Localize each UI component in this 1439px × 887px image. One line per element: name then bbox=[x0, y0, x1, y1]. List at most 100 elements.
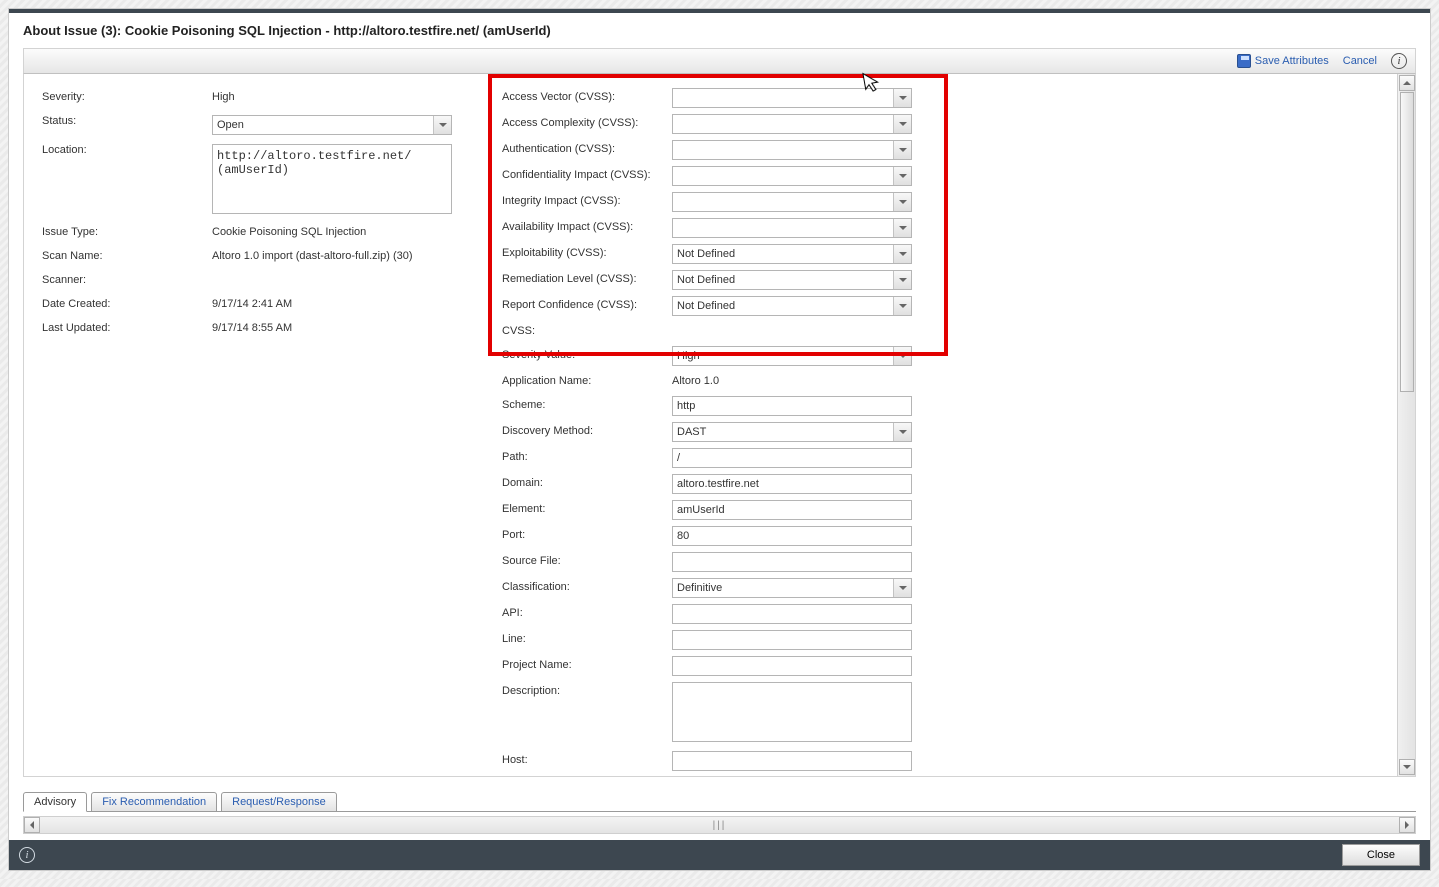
remediation-value: Not Defined bbox=[677, 274, 735, 286]
scroll-up-button[interactable] bbox=[1399, 75, 1415, 91]
integrity-select[interactable] bbox=[672, 192, 912, 212]
project-name-input[interactable] bbox=[672, 656, 912, 676]
exploitability-label: Exploitability (CVSS): bbox=[502, 244, 672, 259]
scanner-label: Scanner: bbox=[42, 271, 212, 286]
scan-name-label: Scan Name: bbox=[42, 247, 212, 262]
path-label: Path: bbox=[502, 448, 672, 463]
status-select-value: Open bbox=[217, 119, 244, 131]
page-title: About Issue (3): Cookie Poisoning SQL In… bbox=[9, 13, 1430, 44]
source-file-input[interactable] bbox=[672, 552, 912, 572]
confidentiality-select[interactable] bbox=[672, 166, 912, 186]
access-complexity-select[interactable] bbox=[672, 114, 912, 134]
project-name-label: Project Name: bbox=[502, 656, 672, 671]
authentication-select[interactable] bbox=[672, 140, 912, 160]
info-icon[interactable]: i bbox=[1391, 53, 1407, 69]
save-icon bbox=[1237, 54, 1251, 68]
line-label: Line: bbox=[502, 630, 672, 645]
chevron-down-icon bbox=[893, 219, 911, 237]
horizontal-scrollbar[interactable]: ||| bbox=[23, 816, 1416, 834]
access-vector-label: Access Vector (CVSS): bbox=[502, 88, 672, 103]
chevron-down-icon bbox=[893, 193, 911, 211]
report-confidence-select[interactable]: Not Defined bbox=[672, 296, 912, 316]
host-input[interactable] bbox=[672, 751, 912, 771]
source-file-label: Source File: bbox=[502, 552, 672, 567]
port-label: Port: bbox=[502, 526, 672, 541]
vertical-scrollbar[interactable] bbox=[1397, 74, 1415, 776]
chevron-down-icon bbox=[893, 271, 911, 289]
discovery-method-select[interactable]: DAST bbox=[672, 422, 912, 442]
save-attributes-link[interactable]: Save Attributes bbox=[1255, 55, 1329, 67]
footer-bar: i Close bbox=[9, 840, 1430, 870]
status-label: Status: bbox=[42, 112, 212, 127]
chevron-down-icon bbox=[893, 347, 911, 365]
exploitability-value: Not Defined bbox=[677, 248, 735, 260]
chevron-down-icon bbox=[893, 89, 911, 107]
access-vector-select[interactable] bbox=[672, 88, 912, 108]
severity-label: Severity: bbox=[42, 88, 212, 103]
scroll-thumb[interactable] bbox=[1400, 92, 1414, 392]
domain-input[interactable] bbox=[672, 474, 912, 494]
chevron-down-icon bbox=[433, 116, 451, 134]
classification-label: Classification: bbox=[502, 578, 672, 593]
line-input[interactable] bbox=[672, 630, 912, 650]
tab-request-response[interactable]: Request/Response bbox=[221, 792, 337, 812]
discovery-method-label: Discovery Method: bbox=[502, 422, 672, 437]
confidentiality-label: Confidentiality Impact (CVSS): bbox=[502, 166, 672, 181]
close-button[interactable]: Close bbox=[1342, 844, 1420, 866]
chevron-down-icon bbox=[893, 579, 911, 597]
app-name-value: Altoro 1.0 bbox=[672, 372, 912, 387]
chevron-down-icon bbox=[893, 297, 911, 315]
element-input[interactable] bbox=[672, 500, 912, 520]
chevron-down-icon bbox=[893, 423, 911, 441]
domain-label: Domain: bbox=[502, 474, 672, 489]
element-label: Element: bbox=[502, 500, 672, 515]
scan-name-value: Altoro 1.0 import (dast-altoro-full.zip)… bbox=[212, 247, 472, 262]
classification-select[interactable]: Definitive bbox=[672, 578, 912, 598]
cancel-link[interactable]: Cancel bbox=[1343, 55, 1377, 67]
exploitability-select[interactable]: Not Defined bbox=[672, 244, 912, 264]
scroll-left-button[interactable] bbox=[24, 817, 40, 833]
chevron-down-icon bbox=[893, 245, 911, 263]
severity-value: High bbox=[212, 88, 472, 103]
location-textarea[interactable] bbox=[212, 144, 452, 214]
access-complexity-label: Access Complexity (CVSS): bbox=[502, 114, 672, 129]
discovery-method-value: DAST bbox=[677, 426, 706, 438]
issue-type-label: Issue Type: bbox=[42, 223, 212, 238]
status-select[interactable]: Open bbox=[212, 115, 452, 135]
host-label: Host: bbox=[502, 751, 672, 766]
severity-value-select[interactable]: High bbox=[672, 346, 912, 366]
scroll-right-button[interactable] bbox=[1399, 817, 1415, 833]
date-created-label: Date Created: bbox=[42, 295, 212, 310]
form-scroll[interactable]: Severity: High Status: Open Loc bbox=[24, 74, 1397, 776]
issue-type-value: Cookie Poisoning SQL Injection bbox=[212, 223, 472, 238]
port-input[interactable] bbox=[672, 526, 912, 546]
chevron-down-icon bbox=[893, 167, 911, 185]
date-created-value: 9/17/14 2:41 AM bbox=[212, 295, 472, 310]
tab-advisory[interactable]: Advisory bbox=[23, 792, 87, 812]
api-input[interactable] bbox=[672, 604, 912, 624]
description-label: Description: bbox=[502, 682, 672, 697]
app-name-label: Application Name: bbox=[502, 372, 672, 387]
scheme-label: Scheme: bbox=[502, 396, 672, 411]
chevron-down-icon bbox=[893, 141, 911, 159]
severity-value-value: High bbox=[677, 350, 700, 362]
report-confidence-label: Report Confidence (CVSS): bbox=[502, 296, 672, 311]
availability-select[interactable] bbox=[672, 218, 912, 238]
path-input[interactable] bbox=[672, 448, 912, 468]
scanner-value bbox=[212, 271, 472, 274]
scheme-input[interactable] bbox=[672, 396, 912, 416]
availability-label: Availability Impact (CVSS): bbox=[502, 218, 672, 233]
authentication-label: Authentication (CVSS): bbox=[502, 140, 672, 155]
remediation-select[interactable]: Not Defined bbox=[672, 270, 912, 290]
api-label: API: bbox=[502, 604, 672, 619]
chevron-down-icon bbox=[893, 115, 911, 133]
classification-value: Definitive bbox=[677, 582, 722, 594]
tab-fix-recommendation[interactable]: Fix Recommendation bbox=[91, 792, 217, 812]
last-updated-label: Last Updated: bbox=[42, 319, 212, 334]
remediation-label: Remediation Level (CVSS): bbox=[502, 270, 672, 285]
scroll-grip-icon: ||| bbox=[713, 820, 727, 831]
severity-value-label: Severity Value: bbox=[502, 346, 672, 361]
description-textarea[interactable] bbox=[672, 682, 912, 742]
footer-info-icon[interactable]: i bbox=[19, 847, 35, 863]
scroll-down-button[interactable] bbox=[1399, 759, 1415, 775]
